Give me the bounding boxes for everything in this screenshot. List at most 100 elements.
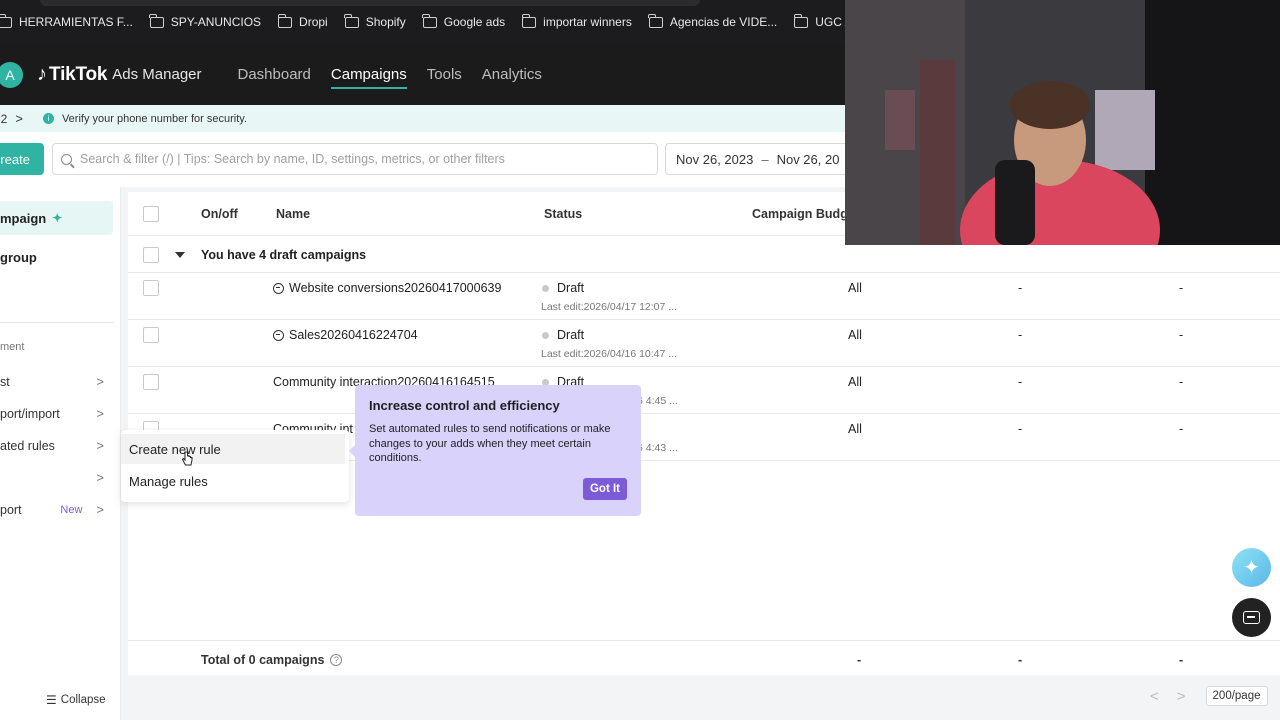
campaign-name[interactable]: Website conversions20260417000639	[273, 281, 501, 295]
folder-icon	[648, 13, 663, 28]
row-checkbox[interactable]	[143, 374, 159, 390]
metric-cell: -	[1179, 375, 1184, 389]
bookmark-agencias[interactable]: Agencias de VIDE...	[648, 13, 777, 29]
sidebar-item-label: mpaign	[0, 210, 47, 226]
toolbar: reate Nov 26, 2023 – Nov 26, 20	[0, 132, 865, 187]
sidebar-link-4[interactable]: >	[0, 470, 110, 485]
total-campaigns: Total of 0 campaigns ?	[201, 653, 343, 667]
metric-cell: -	[1018, 375, 1023, 389]
select-all-checkbox[interactable]	[143, 206, 159, 222]
search-input[interactable]	[80, 152, 640, 166]
sidebar-link-label: port	[0, 502, 22, 517]
nav-dashboard[interactable]: Dashboard	[238, 60, 311, 89]
bookmark-shopify[interactable]: Shopify	[344, 13, 406, 29]
sidebar-item-ad-group[interactable]: group	[0, 250, 37, 265]
sidebar-link-label: ated rules	[0, 438, 55, 453]
webcam-overlay	[845, 0, 1280, 245]
banner-message[interactable]: Verify your phone number for security.	[62, 113, 247, 125]
total-label: Total of 0 campaigns	[201, 653, 325, 667]
browser-tab-strip	[40, 0, 700, 6]
create-button[interactable]: reate	[0, 143, 44, 175]
hand-cursor-icon	[181, 451, 193, 466]
column-header-budget[interactable]: Campaign Budg	[752, 207, 848, 221]
tooltip-title: Increase control and efficiency	[369, 398, 560, 413]
info-icon: i	[42, 113, 54, 124]
column-header-onoff[interactable]: On/off	[201, 207, 238, 221]
chevron-right-icon: >	[96, 470, 104, 485]
campaign-name[interactable]: Sales20260416224704	[273, 328, 418, 342]
pagination: < > 200/page	[1150, 686, 1268, 706]
prev-page-icon[interactable]: <	[1150, 688, 1159, 705]
search-filter[interactable]	[52, 143, 658, 175]
sidebar-item-campaign[interactable]: mpaign ✦	[0, 201, 113, 235]
column-header-name[interactable]: Name	[276, 207, 310, 221]
tooltip-body: Set automated rules to send notification…	[369, 423, 611, 464]
status-text: Draft	[557, 281, 585, 295]
table-row[interactable]: Community interaction20260416164515 Draf…	[128, 367, 1280, 414]
bookmark-dropi[interactable]: Dropi	[277, 13, 328, 29]
nav-analytics[interactable]: Analytics	[482, 60, 542, 89]
automated-rules-tooltip: Increase control and efficiency Set auto…	[349, 385, 641, 516]
sparkle-icon: ✦	[52, 211, 63, 225]
metric-cell: -	[1179, 422, 1184, 436]
banner-next-icon[interactable]: >	[15, 111, 23, 126]
banner-pager: / 2	[0, 111, 8, 126]
bookmark-label: Dropi	[299, 15, 328, 29]
collapse-icon: ☰	[46, 693, 57, 707]
folder-icon	[0, 13, 12, 28]
row-checkbox[interactable]	[143, 327, 159, 343]
sidebar-link-import[interactable]: port New >	[0, 502, 110, 517]
status-cell: Draft	[542, 281, 584, 295]
caret-down-icon[interactable]	[175, 252, 185, 258]
budget-cell: All	[848, 281, 862, 295]
bookmark-label: Google ads	[443, 15, 506, 29]
create-new-rule-item[interactable]: Create new rule	[121, 434, 345, 464]
chat-support-button[interactable]	[1232, 598, 1271, 637]
sidebar-link-automated-rules[interactable]: ated rules >	[0, 438, 110, 453]
budget-cell: All	[848, 375, 862, 389]
bookmark-label: Shopify	[365, 15, 406, 29]
row-checkbox[interactable]	[143, 247, 159, 263]
page-size-select[interactable]: 200/page	[1205, 686, 1268, 706]
column-header-status[interactable]: Status	[544, 207, 582, 221]
account-avatar[interactable]: A	[0, 61, 23, 88]
row-checkbox[interactable]	[143, 280, 159, 296]
table-row[interactable]: Sales20260416224704 Draft Last edit:2026…	[128, 320, 1280, 367]
nav-tools[interactable]: Tools	[427, 60, 462, 89]
manage-rules-item[interactable]: Manage rules	[121, 466, 345, 496]
sidebar-divider	[0, 322, 114, 323]
metric-cell: -	[1018, 281, 1023, 295]
bookmark-spy-anuncios[interactable]: SPY-ANUNCIOS	[149, 13, 261, 29]
sparkle-icon: ✦	[1243, 557, 1260, 579]
tiktok-ads-logo[interactable]: ♪ TikTok Ads Manager	[37, 63, 202, 86]
automated-rules-menu: Create new rule Manage rules	[121, 430, 349, 502]
verify-banner: / 2 > i Verify your phone number for sec…	[0, 105, 845, 132]
sidebar-link-export-import[interactable]: port/import >	[0, 406, 110, 421]
bookmark-label: HERRAMIENTAS F...	[19, 15, 133, 29]
sidebar-link-label: port/import	[0, 406, 60, 421]
last-edit: 6 4:43 ...	[637, 442, 678, 454]
got-it-button[interactable]: Got It	[582, 478, 627, 500]
new-badge: New	[60, 503, 83, 516]
nav-campaigns[interactable]: Campaigns	[330, 60, 407, 89]
total-metric: -	[1179, 653, 1184, 667]
sidebar-section-management: ment	[0, 341, 25, 353]
last-edit: Last edit:2026/04/17 12:07 ...	[541, 301, 678, 313]
help-icon[interactable]: ?	[330, 654, 343, 666]
bookmark-importar-winners[interactable]: importar winners	[521, 13, 632, 29]
next-page-icon[interactable]: >	[1177, 688, 1186, 705]
date-start: Nov 26, 2023	[676, 151, 754, 167]
bookmark-google-ads[interactable]: Google ads	[422, 13, 506, 29]
sidebar-link-1[interactable]: st >	[0, 374, 110, 389]
last-edit: Last edit:2026/04/16 10:47 ...	[541, 348, 678, 360]
draft-group-label: You have 4 draft campaigns	[201, 248, 367, 262]
ai-assistant-button[interactable]: ✦	[1232, 548, 1271, 587]
collapse-button[interactable]: ☰ Collapse	[46, 693, 106, 707]
folder-icon	[277, 13, 293, 28]
status-dot-icon	[542, 331, 549, 339]
table-row[interactable]: Website conversions20260417000639 Draft …	[128, 273, 1280, 320]
budget-cell: All	[848, 422, 862, 436]
date-range-picker[interactable]: Nov 26, 2023 – Nov 26, 20	[665, 143, 865, 175]
folder-icon	[521, 13, 537, 28]
bookmark-herramientas[interactable]: HERRAMIENTAS F...	[0, 13, 133, 29]
